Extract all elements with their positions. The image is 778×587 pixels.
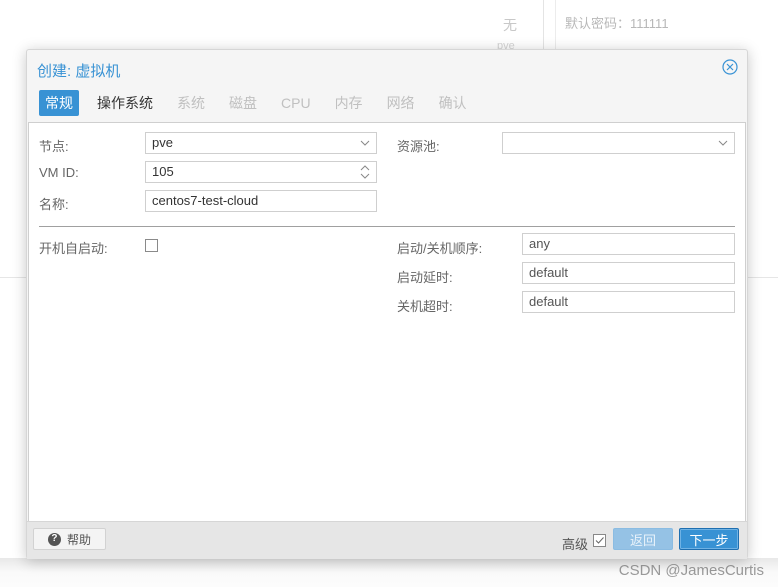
pool-label: 资源池: xyxy=(397,139,440,154)
background-divider xyxy=(746,277,778,278)
back-button[interactable]: 返回 xyxy=(613,528,673,550)
tab-os[interactable]: 操作系统 xyxy=(91,90,159,116)
background-divider xyxy=(555,0,556,50)
tab-network[interactable]: 网络 xyxy=(381,90,421,116)
section-divider xyxy=(39,226,735,227)
node-select[interactable]: pve xyxy=(145,132,377,154)
help-button[interactable]: ? 帮助 xyxy=(33,528,106,550)
chevron-down-icon[interactable] xyxy=(717,133,729,153)
node-label: 节点: xyxy=(39,139,69,154)
tab-general[interactable]: 常规 xyxy=(39,89,79,116)
tab-confirm[interactable]: 确认 xyxy=(433,90,473,116)
onboot-checkbox[interactable] xyxy=(145,239,158,252)
wizard-tabs: 常规 操作系统 系统 磁盘 CPU 内存 网络 确认 xyxy=(39,89,485,116)
background-password-note: 默认密码：111111 xyxy=(565,16,669,31)
onboot-label: 开机自启动: xyxy=(39,241,108,256)
help-label: 帮助 xyxy=(66,532,91,547)
tab-memory[interactable]: 内存 xyxy=(329,90,369,116)
name-value: centos7-test-cloud xyxy=(152,193,259,208)
shutdown-timeout-input[interactable]: default xyxy=(522,291,735,313)
startup-order-input[interactable]: any xyxy=(522,233,735,255)
advanced-checkbox[interactable] xyxy=(593,534,606,547)
dialog-title: 创建: 虚拟机 xyxy=(37,63,121,80)
pool-select[interactable] xyxy=(502,132,735,154)
background-divider xyxy=(543,0,544,50)
shutdown-timeout-label: 关机超时: xyxy=(397,299,453,314)
node-value: pve xyxy=(152,135,173,150)
question-circle-icon: ? xyxy=(47,532,61,546)
chevron-down-icon[interactable] xyxy=(359,133,371,153)
startup-order-label: 启动/关机顺序: xyxy=(397,241,483,256)
background-value: 无 xyxy=(503,17,517,33)
close-icon[interactable] xyxy=(722,59,738,75)
create-vm-dialog: 创建: 虚拟机 常规 操作系统 系统 磁盘 CPU 内存 网络 确认 节点: p… xyxy=(26,49,748,559)
startup-delay-input[interactable]: default xyxy=(522,262,735,284)
tab-system[interactable]: 系统 xyxy=(171,90,211,116)
startup-order-value: any xyxy=(529,236,550,251)
tab-disks[interactable]: 磁盘 xyxy=(223,90,263,116)
tab-cpu[interactable]: CPU xyxy=(275,92,317,114)
dialog-footer: ? 帮助 高级 返回 下一步 xyxy=(27,521,747,559)
name-input[interactable]: centos7-test-cloud xyxy=(145,190,377,212)
vmid-spinner[interactable]: 105 xyxy=(145,161,377,183)
name-label: 名称: xyxy=(39,197,69,212)
startup-delay-label: 启动延时: xyxy=(397,270,453,285)
advanced-label: 高级 xyxy=(562,537,589,552)
next-button[interactable]: 下一步 xyxy=(679,528,739,550)
watermark: CSDN @JamesCurtis xyxy=(618,562,764,579)
shutdown-timeout-value: default xyxy=(529,294,569,309)
general-panel: 节点: pve VM ID: 105 名称: centos7-test-clou… xyxy=(28,122,746,522)
spinner-updown-icon[interactable] xyxy=(359,162,371,182)
vmid-value: 105 xyxy=(152,164,174,179)
background-divider xyxy=(0,277,26,278)
startup-delay-value: default xyxy=(529,265,569,280)
vmid-label: VM ID: xyxy=(39,165,79,180)
